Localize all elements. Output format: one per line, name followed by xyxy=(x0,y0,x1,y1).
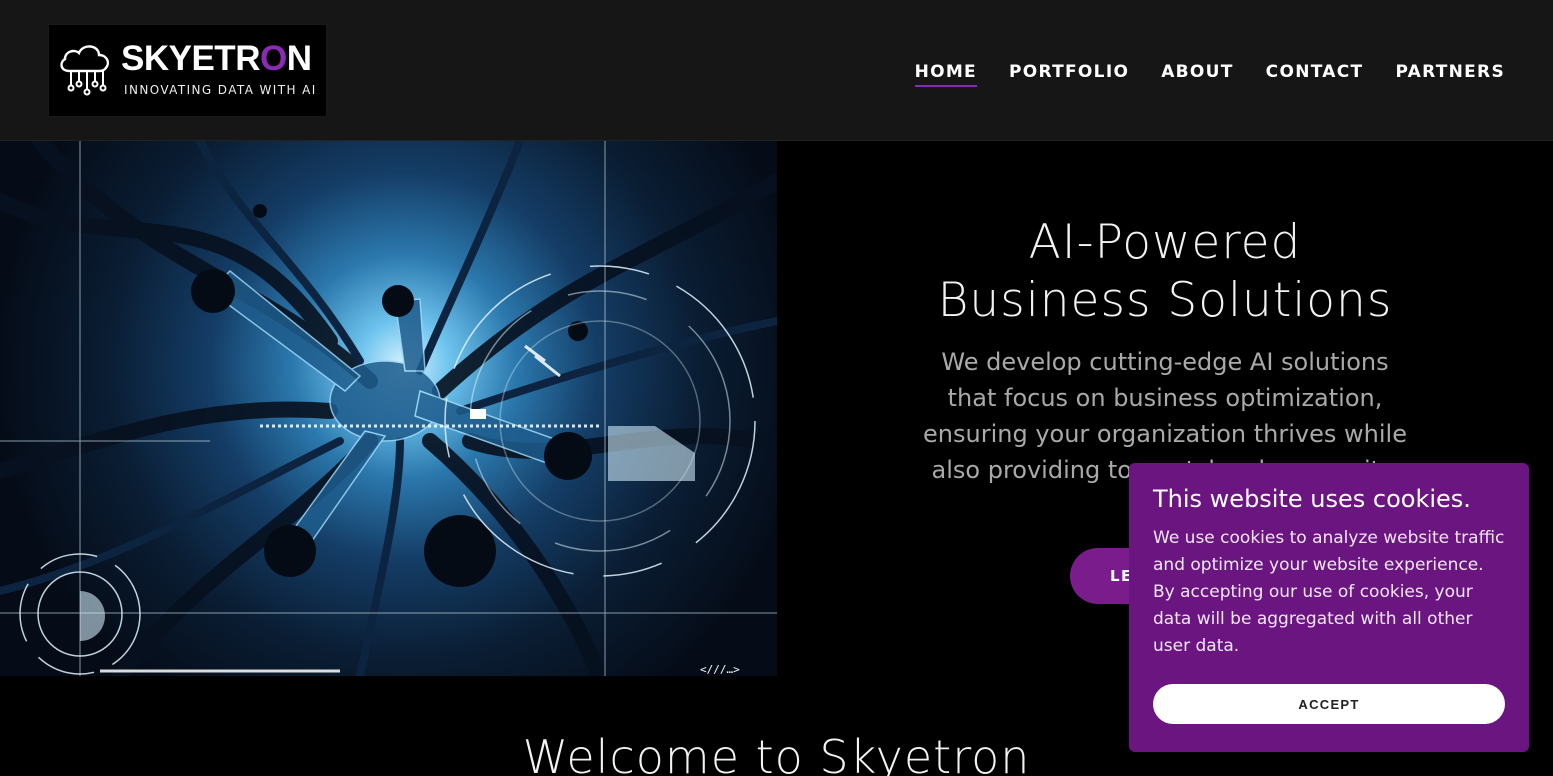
svg-text:<///…>: <///…> xyxy=(700,663,740,676)
cloud-circuit-icon xyxy=(60,45,110,96)
neuron-hud-graphic: <///…> xyxy=(0,141,777,676)
accept-cookies-button[interactable]: ACCEPT xyxy=(1153,684,1505,724)
nav-contact[interactable]: CONTACT xyxy=(1266,62,1364,82)
hero-image: <///…> xyxy=(0,141,777,676)
hero-title-line2: Business Solutions xyxy=(937,273,1393,328)
logo-tagline: INNOVATING DATA WITH AI xyxy=(124,83,317,97)
main-nav: HOME PORTFOLIO ABOUT CONTACT PARTNERS xyxy=(883,62,1505,87)
cookie-banner: This website uses cookies. We use cookie… xyxy=(1129,463,1529,752)
nav-portfolio[interactable]: PORTFOLIO xyxy=(1009,62,1129,82)
nav-home[interactable]: HOME xyxy=(914,62,978,87)
cookie-title: This website uses cookies. xyxy=(1153,485,1471,513)
logo-wordmark: SKYETRON xyxy=(121,39,312,78)
cookie-body: We use cookies to analyze website traffi… xyxy=(1153,528,1505,656)
site-header: SKYETRON INNOVATING DATA WITH AI HOME PO… xyxy=(0,0,1553,141)
logo[interactable]: SKYETRON INNOVATING DATA WITH AI xyxy=(48,24,327,117)
hero-title: AI-Powered Business Solutions xyxy=(880,214,1450,330)
nav-partners[interactable]: PARTNERS xyxy=(1395,62,1505,82)
hero-title-line1: AI-Powered xyxy=(1028,215,1302,270)
nav-about[interactable]: ABOUT xyxy=(1161,62,1233,82)
